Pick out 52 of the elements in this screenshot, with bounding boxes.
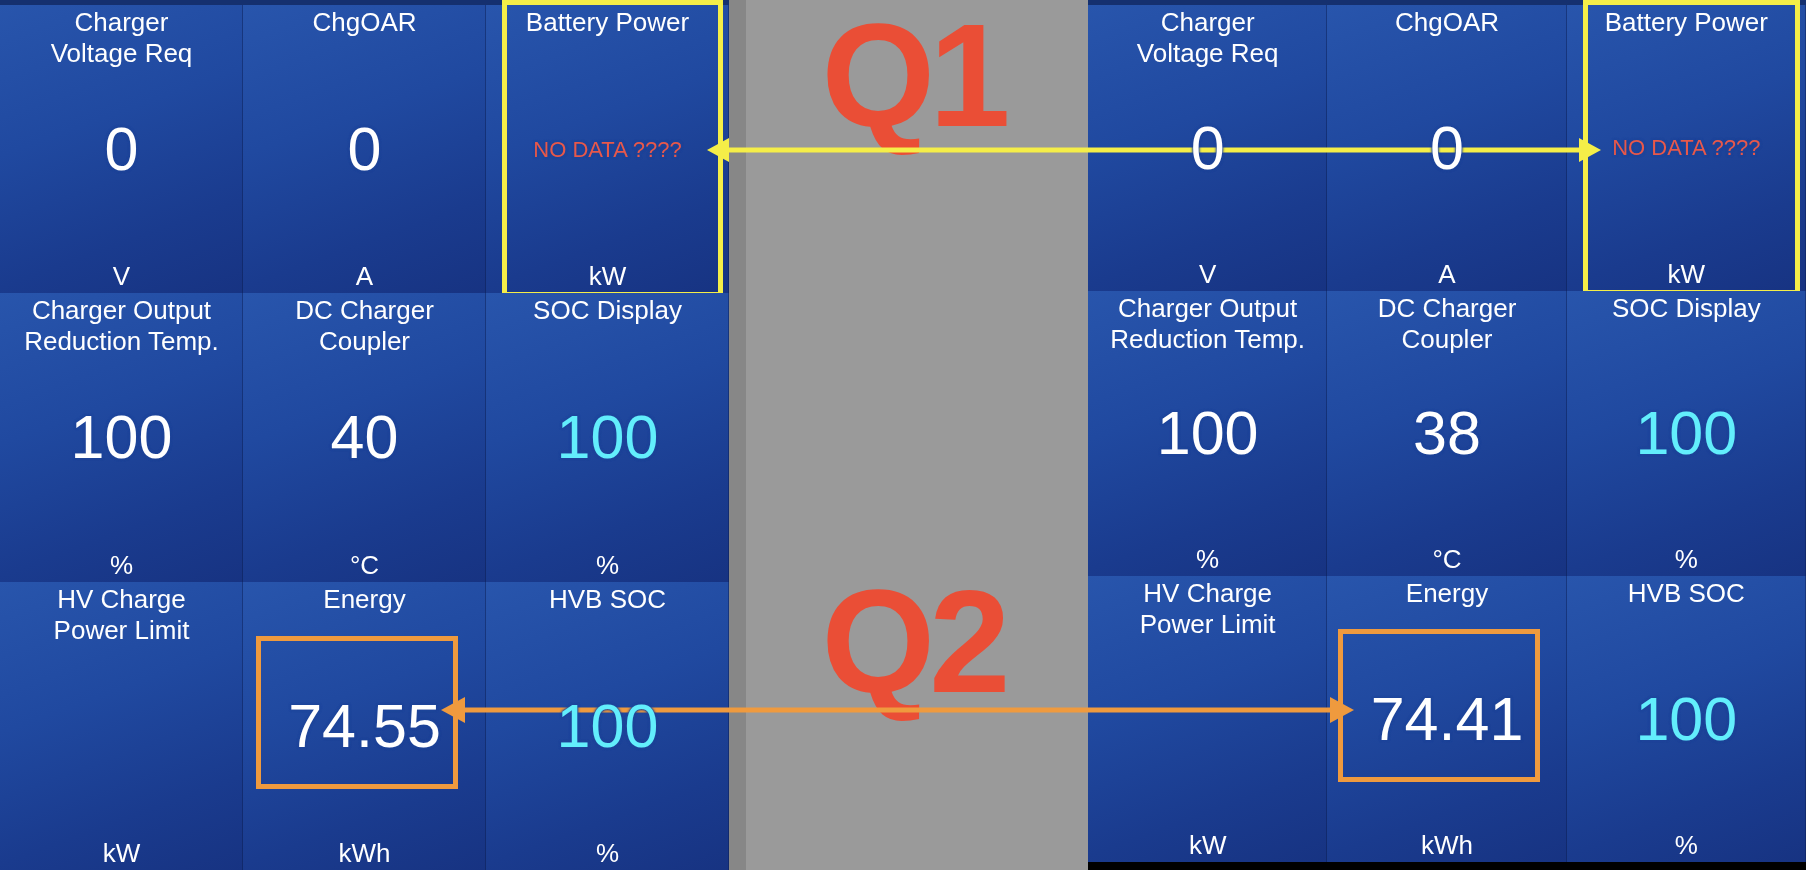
- tile-label: Charger Output Reduction Temp.: [24, 295, 219, 358]
- unit-label: kW: [1667, 258, 1706, 290]
- tile-value: 0: [347, 116, 382, 184]
- tile-label: HVB SOC: [549, 583, 666, 615]
- tile-value: 74.55: [288, 692, 441, 760]
- unit-label: %: [109, 549, 134, 581]
- tile-value: 100: [1156, 400, 1259, 468]
- tile-label: Energy: [1405, 578, 1489, 610]
- unit-label: %: [595, 549, 620, 581]
- tile-value: 0: [104, 116, 139, 184]
- tile-value: 100: [70, 404, 173, 472]
- annotation-label: Q2: [821, 560, 1006, 724]
- unit-label: °C: [1432, 544, 1462, 576]
- unit-label: kW: [588, 261, 627, 293]
- tile-label: HV Charge Power Limit: [53, 583, 190, 646]
- unit-label: V: [1199, 258, 1217, 290]
- unit-label: %: [1674, 830, 1698, 861]
- tile-value: 74.41: [1370, 686, 1524, 754]
- tile-value: 38: [1413, 400, 1481, 468]
- tile-label: SOC Display: [1611, 292, 1761, 324]
- tile-label: Charger Voltage Req: [1136, 7, 1279, 69]
- tile-label: Battery Power: [1604, 7, 1768, 38]
- tile-value: 100: [1635, 686, 1738, 754]
- unit-label: A: [1438, 258, 1456, 290]
- tile-label: HV Charge Power Limit: [1139, 578, 1276, 641]
- unit-label: °C: [349, 549, 380, 581]
- tile-label: ChgOAR: [1394, 7, 1499, 38]
- no-data-message: NO DATA ????: [1612, 136, 1761, 161]
- no-data-message: NO DATA ????: [533, 137, 682, 162]
- tile-label: ChgOAR: [312, 7, 417, 38]
- unit-label: A: [355, 261, 374, 293]
- tile-label: SOC Display: [533, 295, 682, 327]
- unit-label: kWh: [1421, 830, 1473, 861]
- tile-label: DC Charger Coupler: [295, 295, 434, 358]
- unit-label: kWh: [338, 838, 391, 869]
- unit-label: %: [1196, 544, 1220, 576]
- tile-value: 100: [1635, 400, 1738, 468]
- tile-value: 40: [330, 404, 399, 472]
- tile-value: 100: [556, 404, 659, 472]
- tile-value: 100: [556, 692, 659, 760]
- unit-label: %: [595, 838, 620, 869]
- unit-label: kW: [102, 838, 141, 869]
- unit-label: V: [112, 261, 131, 293]
- unit-label: kW: [1188, 830, 1227, 861]
- tile-label: DC Charger Coupler: [1377, 292, 1517, 355]
- tile-label: Energy: [323, 583, 406, 615]
- tile-label: HVB SOC: [1627, 578, 1745, 610]
- tile-label: Battery Power: [525, 7, 690, 38]
- tile-label: Charger Voltage Req: [50, 7, 193, 69]
- unit-label: %: [1674, 544, 1698, 576]
- tile-label: Charger Output Reduction Temp.: [1110, 292, 1305, 355]
- annotation-label: Q1: [821, 0, 1006, 158]
